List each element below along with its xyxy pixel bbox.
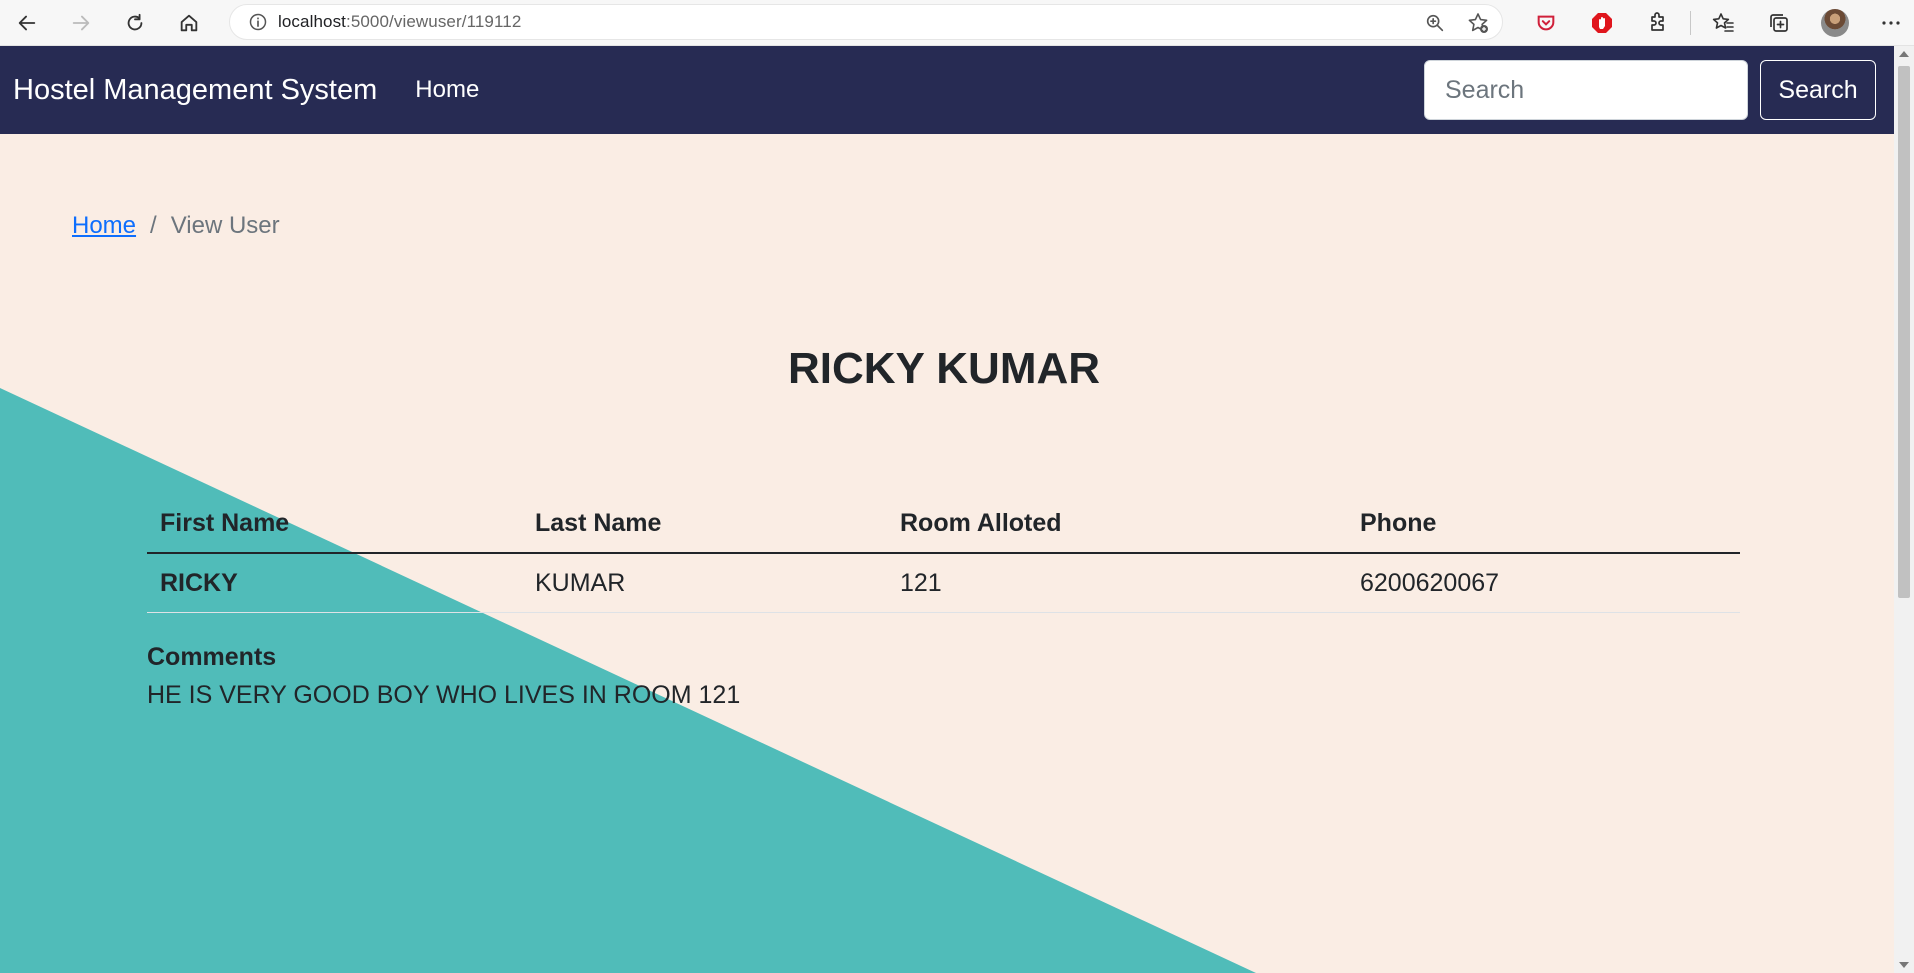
column-header-phone: Phone	[1347, 494, 1740, 554]
page-title: RICKY KUMAR	[787, 344, 1101, 393]
extensions-button[interactable]	[1630, 0, 1686, 46]
user-details-table: First Name Last Name Room Alloted Phone …	[147, 494, 1740, 613]
favorites-icon	[1712, 13, 1734, 32]
reload-button[interactable]	[108, 0, 162, 46]
cell-phone: 6200620067	[1347, 553, 1740, 613]
pocket-icon	[1537, 15, 1555, 31]
browser-toolbar: localhost:5000/viewuser/119112	[0, 0, 1914, 46]
cell-room: 121	[887, 553, 1347, 613]
url-text[interactable]: localhost:5000/viewuser/119112	[278, 12, 521, 32]
extensions-icon	[1651, 12, 1664, 31]
search-input[interactable]	[1424, 60, 1748, 120]
page-viewport: Hostel Management System Home Search Hom…	[0, 46, 1894, 973]
favorites-button[interactable]	[1695, 0, 1751, 46]
cell-last-name: KUMAR	[522, 553, 887, 613]
collections-button[interactable]	[1751, 0, 1807, 46]
navbar: Hostel Management System Home Search	[0, 46, 1894, 134]
back-icon	[18, 15, 36, 30]
more-menu-button[interactable]	[1863, 0, 1914, 46]
adblock-extension[interactable]	[1574, 0, 1630, 46]
comments-text: HE IS VERY GOOD BOY WHO LIVES IN ROOM 12…	[147, 681, 741, 709]
collections-icon	[1770, 14, 1788, 32]
scrollbar-thumb[interactable]	[1898, 66, 1910, 598]
url-path: :5000/viewuser/119112	[346, 12, 522, 31]
home-icon	[180, 14, 198, 31]
favorite-add-icon[interactable]	[1466, 11, 1490, 35]
toolbar-separator	[1690, 11, 1691, 35]
search-button[interactable]: Search	[1760, 60, 1876, 120]
site-info-button[interactable]	[238, 12, 278, 32]
scroll-down-arrow-icon[interactable]	[1899, 962, 1909, 968]
navbar-brand[interactable]: Hostel Management System	[13, 74, 377, 107]
info-icon	[249, 13, 267, 31]
pocket-extension[interactable]	[1518, 0, 1574, 46]
scroll-up-arrow-icon[interactable]	[1899, 51, 1909, 57]
address-bar[interactable]: localhost:5000/viewuser/119112	[229, 4, 1503, 40]
breadcrumb-current: View User	[170, 212, 280, 239]
breadcrumb: Home / View User	[72, 212, 280, 240]
url-host: localhost	[278, 12, 346, 31]
vertical-scrollbar[interactable]	[1894, 46, 1914, 973]
column-header-room: Room Alloted	[887, 494, 1347, 554]
table-row: RICKY KUMAR 121 6200620067	[147, 553, 1740, 613]
more-menu-icon	[1882, 21, 1900, 25]
reload-icon	[127, 13, 143, 30]
profile-button[interactable]	[1807, 0, 1863, 46]
forward-icon	[72, 15, 90, 30]
profile-avatar	[1821, 9, 1849, 37]
column-header-first-name: First Name	[147, 494, 522, 554]
opera-adblock-icon	[1592, 13, 1612, 33]
back-button[interactable]	[0, 0, 54, 46]
home-button[interactable]	[162, 0, 216, 46]
comments-label: Comments	[147, 643, 277, 671]
cell-first-name: RICKY	[147, 553, 522, 613]
nav-link-home[interactable]: Home	[415, 76, 479, 104]
zoom-icon[interactable]	[1424, 12, 1446, 34]
breadcrumb-home-link[interactable]: Home	[72, 212, 136, 240]
table-header-row: First Name Last Name Room Alloted Phone	[147, 494, 1740, 554]
breadcrumb-separator: /	[150, 212, 157, 239]
column-header-last-name: Last Name	[522, 494, 887, 554]
forward-button[interactable]	[54, 0, 108, 46]
